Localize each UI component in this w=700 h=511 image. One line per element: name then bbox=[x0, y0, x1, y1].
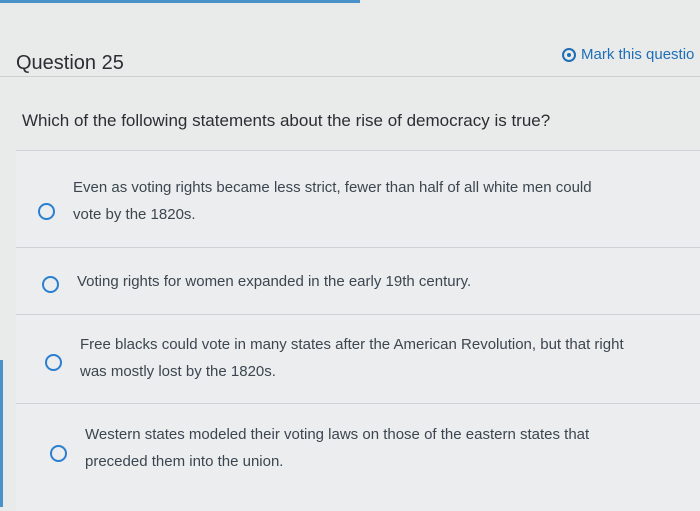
answer-2-line-1: Voting rights for women expanded in the … bbox=[77, 273, 472, 290]
answer-option-1[interactable]: Even as voting rights became less strict… bbox=[16, 150, 700, 247]
radio-button-3[interactable] bbox=[45, 354, 62, 371]
answer-4-line-1: Western states modeled their voting laws… bbox=[85, 426, 590, 443]
mark-question-label: Mark this questio bbox=[581, 46, 695, 63]
question-header: Question 25 Mark this questio bbox=[0, 36, 700, 77]
answer-option-4[interactable]: Western states modeled their voting laws… bbox=[16, 403, 700, 511]
answer-text-3: Free blacks could vote in many states af… bbox=[80, 331, 624, 385]
radio-button-1[interactable] bbox=[38, 203, 55, 220]
left-edge-bar bbox=[0, 360, 3, 507]
answer-3-line-1: Free blacks could vote in many states af… bbox=[80, 336, 624, 353]
answer-text-2: Voting rights for women expanded in the … bbox=[77, 268, 471, 295]
mark-question-button[interactable]: Mark this questio bbox=[562, 46, 694, 63]
answer-1-line-2: vote by the 1820s. bbox=[73, 206, 196, 223]
target-icon bbox=[562, 47, 576, 62]
answer-text-1: Even as voting rights became less strict… bbox=[73, 174, 592, 228]
answer-option-2[interactable]: Voting rights for women expanded in the … bbox=[16, 247, 700, 314]
answer-1-line-1: Even as voting rights became less strict… bbox=[73, 179, 592, 196]
answer-4-line-2: preceded them into the union. bbox=[85, 453, 284, 470]
top-accent-bar bbox=[0, 0, 360, 3]
radio-button-2[interactable] bbox=[42, 276, 59, 293]
answer-3-line-2: was mostly lost by the 1820s. bbox=[80, 363, 276, 380]
answer-list: Even as voting rights became less strict… bbox=[16, 150, 700, 511]
answer-option-3[interactable]: Free blacks could vote in many states af… bbox=[16, 314, 700, 403]
question-prompt: Which of the following statements about … bbox=[22, 111, 551, 130]
question-title: Question 25 bbox=[16, 52, 124, 74]
radio-button-4[interactable] bbox=[50, 445, 67, 462]
answer-text-4: Western states modeled their voting laws… bbox=[85, 421, 589, 475]
